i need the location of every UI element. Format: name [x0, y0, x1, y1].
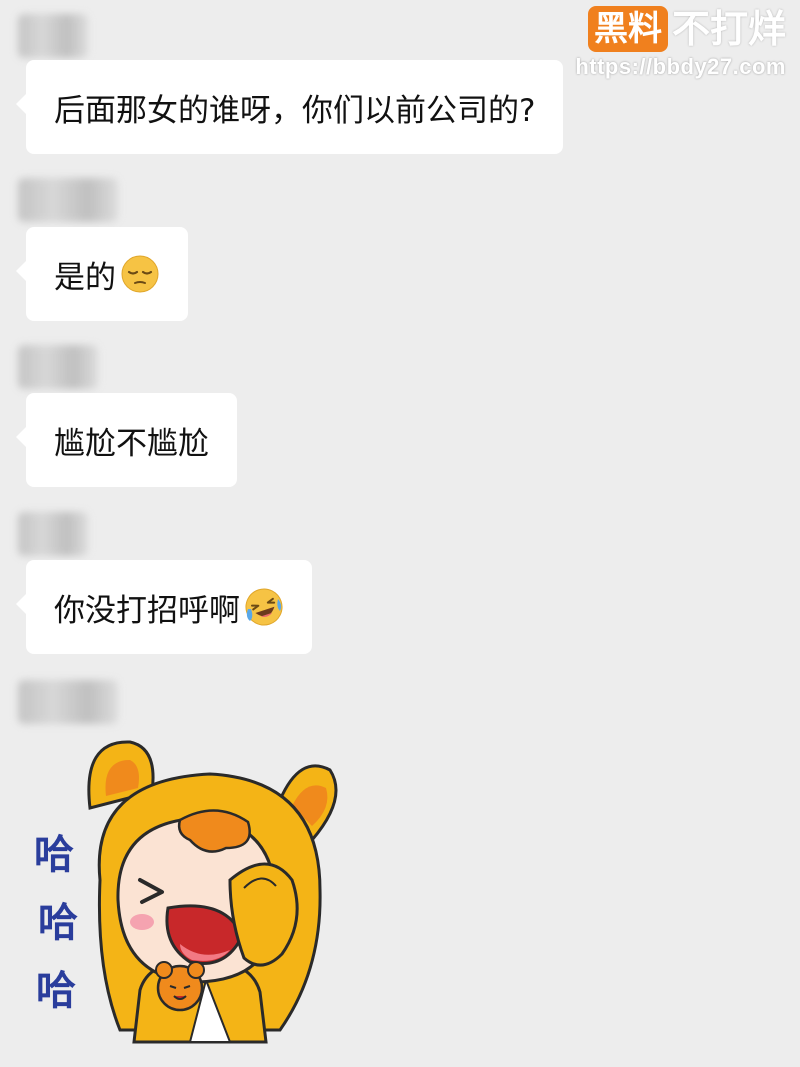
sender-name-blurred [18, 512, 88, 556]
watermark-badge: 黑料 [587, 6, 668, 52]
sender-name-blurred [18, 178, 118, 222]
sticker-laugh-text: 哈 [38, 900, 78, 946]
watermark-url: https://bbdy27.com [575, 54, 786, 79]
laughing-bear-costume-kid-sticker[interactable]: 哈 哈 哈 [30, 730, 350, 1050]
message-bubble[interactable]: 尴尬不尴尬 [16, 393, 237, 487]
sleepy-face-emoji [121, 255, 159, 293]
sender-name-blurred [18, 345, 98, 389]
message-text: 后面那女的谁呀，你们以前公司的? [54, 92, 536, 129]
sender-name-blurred [18, 680, 118, 724]
sticker-laugh-text: 哈 [36, 968, 76, 1014]
message-bubble[interactable]: 是的 [16, 227, 188, 321]
laughing-crying-face-emoji [245, 588, 283, 626]
message-bubble[interactable]: 你没打招呼啊 [16, 560, 312, 654]
plush-toy-icon [155, 961, 205, 1012]
message-bubble[interactable]: 后面那女的谁呀，你们以前公司的? [15, 60, 564, 154]
watermark-slogan: 不打烊 [671, 7, 786, 51]
sticker-laugh-text: 哈 [34, 832, 74, 878]
message-text: 是的 [54, 259, 116, 296]
message-text: 你没打招呼啊 [54, 592, 240, 629]
message-text: 尴尬不尴尬 [54, 425, 209, 462]
sender-name-blurred [18, 14, 88, 58]
watermark: 黑料 不打烊 https://bbdy27.com [575, 6, 786, 80]
